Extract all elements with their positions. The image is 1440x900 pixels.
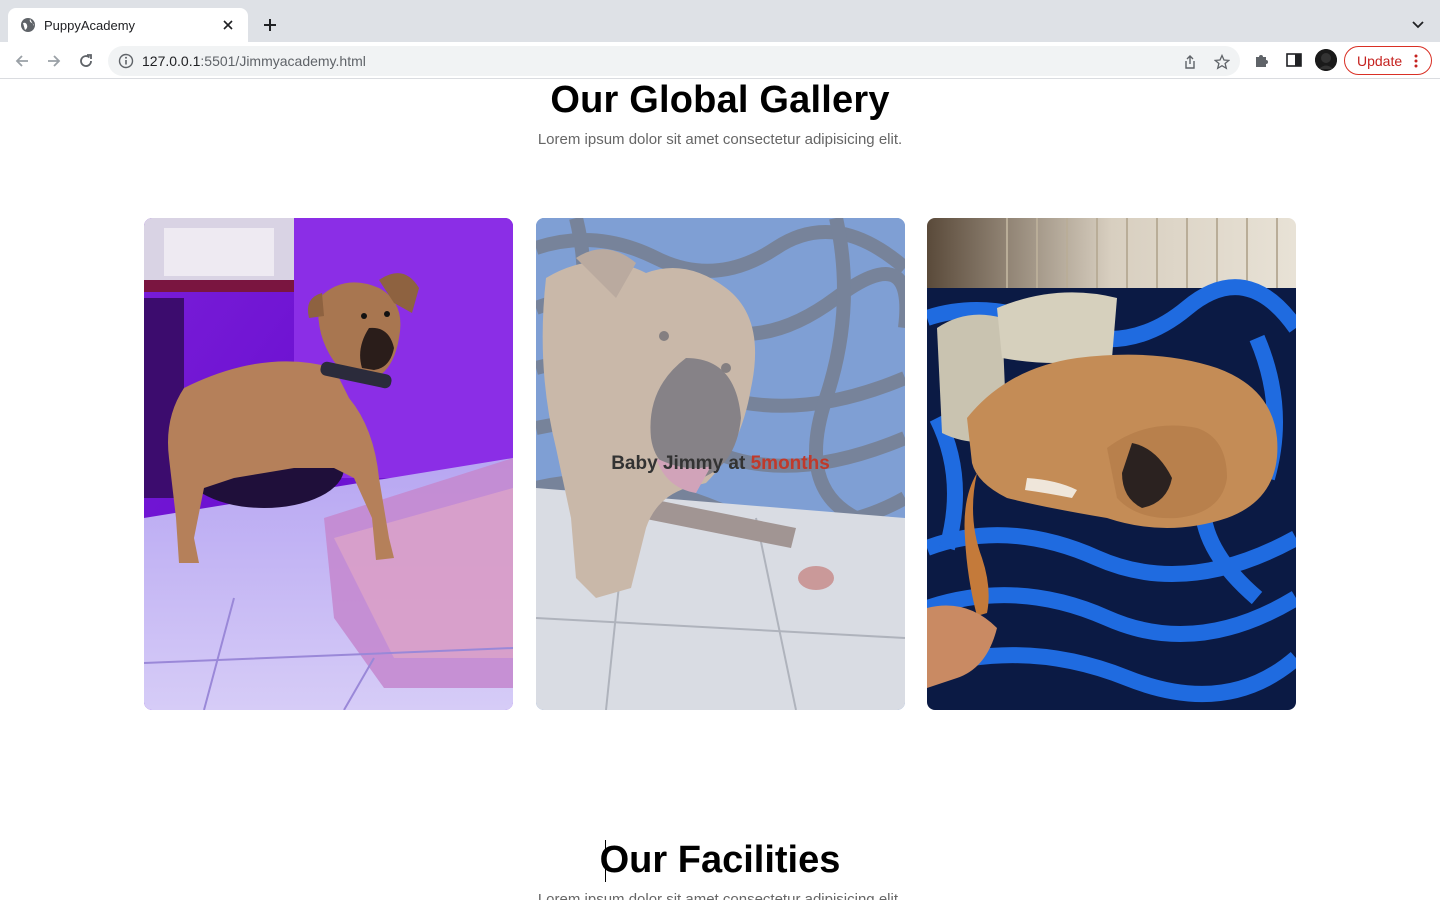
url-text: 127.0.0.1:5501/Jimmyacademy.html [142,53,366,69]
side-panel-icon[interactable] [1284,50,1304,70]
facilities-subtitle: Lorem ipsum dolor sit amet consectetur a… [537,891,903,900]
card-caption: Baby Jimmy at 5months [611,453,830,475]
puppy-standing-photo [144,218,513,710]
chevron-down-icon[interactable] [1408,14,1428,34]
update-button[interactable]: Update [1344,46,1432,75]
gallery-card-3[interactable] [927,218,1296,710]
bookmark-star-icon[interactable] [1212,52,1232,72]
facilities-title: Our Facilities [599,839,841,881]
browser-toolbar: 127.0.0.1:5501/Jimmyacademy.html Update [0,42,1440,79]
dog-sleeping-photo [927,218,1296,710]
url-host: 127.0.0.1 [142,53,201,69]
reload-button[interactable] [73,48,99,74]
new-tab-button[interactable] [258,13,282,37]
update-label: Update [1357,52,1403,69]
page-viewport: Our Global Gallery Lorem ipsum dolor sit… [0,79,1440,900]
gallery-card-1[interactable] [144,218,513,710]
caption-overlay: Baby Jimmy at 5months [536,218,905,710]
text-cursor [605,840,606,882]
close-icon[interactable] [220,17,236,33]
share-icon[interactable] [1180,52,1200,72]
caption-accent: 5months [750,453,830,474]
info-icon[interactable] [118,53,134,69]
forward-button[interactable] [41,48,67,74]
tab-title: PuppyAcademy [44,17,136,33]
browser-tab[interactable]: PuppyAcademy [8,8,248,42]
globe-icon [20,17,36,33]
more-vertical-icon[interactable] [1409,53,1423,69]
back-button[interactable] [9,48,35,74]
url-path: :5501/Jimmyacademy.html [200,53,366,69]
caption-main: Baby Jimmy at [611,453,751,474]
gallery-card-2[interactable]: Baby Jimmy at 5months [536,218,905,710]
gallery-title: Our Global Gallery [550,79,890,121]
tab-strip: PuppyAcademy [0,0,1440,42]
gallery-subtitle: Lorem ipsum dolor sit amet consectetur a… [537,131,903,148]
profile-avatar[interactable] [1315,49,1337,71]
address-bar[interactable]: 127.0.0.1:5501/Jimmyacademy.html [108,46,1240,76]
extensions-puzzle-icon[interactable] [1252,50,1272,70]
